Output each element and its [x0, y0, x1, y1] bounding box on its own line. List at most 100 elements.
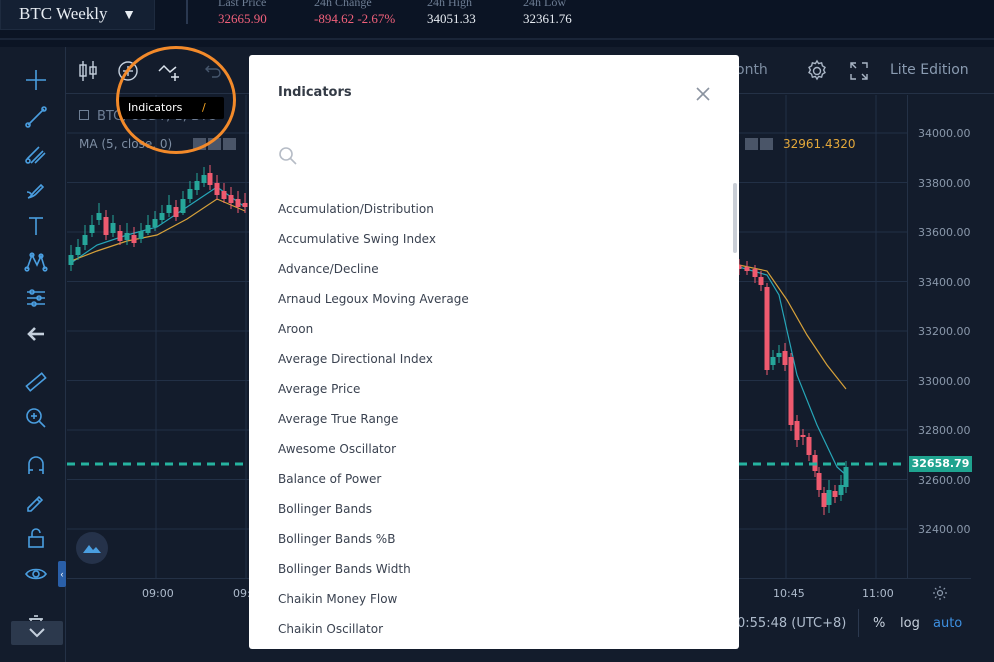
ruler-icon[interactable]	[18, 367, 54, 397]
list-item[interactable]: Average True Range	[278, 412, 398, 426]
candle-body	[194, 181, 200, 190]
list-item[interactable]: Awesome Oscillator	[278, 442, 396, 456]
stat-value: 32361.76	[523, 11, 572, 26]
candle-body	[207, 173, 213, 185]
list-item[interactable]: Advance/Decline	[278, 262, 379, 276]
close-icon[interactable]	[760, 138, 773, 150]
divider	[858, 609, 859, 637]
auto-scale-toggle[interactable]: auto	[933, 616, 962, 631]
arrow-left-icon[interactable]	[18, 319, 54, 349]
time-tick: 09:00	[142, 587, 174, 600]
candle-body	[764, 287, 770, 370]
collapse-toolbar-handle[interactable]: ‹	[58, 561, 66, 587]
stat-label: Last Price	[218, 0, 267, 9]
close-icon[interactable]	[223, 138, 236, 150]
measure-icon[interactable]	[18, 283, 54, 313]
candle-body	[201, 175, 207, 183]
candlestick-icon[interactable]	[74, 57, 102, 85]
list-item[interactable]: Bollinger Bands %B	[278, 532, 395, 546]
period-label[interactable]: onth	[736, 62, 768, 78]
candle-body	[110, 223, 116, 233]
ticker-bar: BTC Weekly ▼ Last Price 32665.90 24h Cha…	[0, 0, 994, 40]
candle-body	[821, 493, 827, 507]
list-item[interactable]: Bollinger Bands Width	[278, 562, 411, 576]
candle-body	[103, 217, 109, 235]
pitchfork-icon[interactable]	[18, 139, 54, 169]
list-item[interactable]: Balance of Power	[278, 472, 381, 486]
ma-value: 32961.4320	[783, 137, 856, 151]
crosshair-icon[interactable]	[18, 65, 54, 95]
candle-body	[124, 233, 130, 240]
candle-body	[782, 351, 788, 365]
candle-body	[788, 357, 794, 425]
pattern-icon[interactable]	[18, 247, 54, 277]
candle-body	[838, 485, 844, 495]
candle-body	[117, 231, 123, 241]
lite-edition-button[interactable]: Lite Edition	[890, 62, 969, 78]
eye-icon[interactable]	[18, 559, 54, 589]
price-tick: 33400.00	[918, 276, 971, 289]
candle-body	[214, 183, 220, 195]
candle-body	[221, 191, 227, 199]
stat-label: 24h Change	[314, 0, 372, 9]
price-tick: 33000.00	[918, 375, 971, 388]
ma-slow-line-left	[70, 198, 246, 262]
candle-body	[82, 235, 88, 245]
price-tick: 33200.00	[918, 325, 971, 338]
axis-settings-gear-icon[interactable]	[931, 584, 949, 602]
candle-body	[180, 199, 186, 213]
magnet-icon[interactable]	[18, 451, 54, 481]
lock-draw-icon[interactable]	[18, 487, 54, 517]
price-tick: 34000.00	[918, 127, 971, 140]
ticker-divider	[186, 0, 188, 24]
collapse-legend-icon[interactable]	[79, 110, 89, 120]
price-tick: 32800.00	[918, 424, 971, 437]
price-tick: 32600.00	[918, 474, 971, 487]
symbol-selector[interactable]: BTC Weekly ▼	[0, 0, 155, 30]
symbol-label: BTC Weekly	[19, 4, 108, 23]
candle-body	[68, 255, 74, 265]
candle-body	[770, 357, 776, 365]
candle-body	[159, 213, 165, 220]
list-item[interactable]: Accumulative Swing Index	[278, 232, 436, 246]
list-item[interactable]: Accumulation/Distribution	[278, 202, 434, 216]
list-item[interactable]: Bollinger Bands	[278, 502, 372, 516]
list-item[interactable]: Arnaud Legoux Moving Average	[278, 292, 469, 306]
stat-value: 34051.33	[427, 11, 476, 26]
list-item[interactable]: Chaikin Oscillator	[278, 622, 383, 636]
stat-last-price: Last Price 32665.90	[218, 0, 267, 27]
list-item[interactable]: Average Directional Index	[278, 352, 433, 366]
candle-body	[758, 277, 764, 285]
drawing-toolbar: ‹	[0, 47, 66, 662]
list-scrollbar[interactable]	[733, 183, 737, 253]
app-window: BTC Weekly ▼ Last Price 32665.90 24h Cha…	[0, 0, 994, 662]
fullscreen-icon[interactable]	[847, 59, 871, 83]
settings-icon[interactable]	[745, 138, 758, 150]
price-axis[interactable]: 34000.00 33800.00 33600.00 33400.00 3320…	[907, 95, 972, 578]
search-icon	[279, 147, 297, 165]
log-scale-toggle[interactable]: log	[900, 616, 920, 631]
settings-gear-icon[interactable]	[804, 58, 830, 84]
candle-body	[832, 491, 838, 497]
list-item[interactable]: Chaikin Money Flow	[278, 592, 397, 606]
indicators-dialog: Indicators Accumulation/Distribution Acc…	[249, 55, 739, 649]
candle-body	[242, 203, 248, 207]
scroll-down-button[interactable]	[11, 621, 63, 645]
chevron-down-icon: ▼	[122, 8, 136, 23]
unlock-icon[interactable]	[18, 523, 54, 553]
text-icon[interactable]	[18, 211, 54, 241]
stat-24h-low: 24h Low 32361.76	[523, 0, 572, 27]
list-item[interactable]: Aroon	[278, 322, 313, 336]
search-input[interactable]	[277, 145, 697, 169]
candle-body	[145, 225, 151, 233]
candle-body	[752, 269, 758, 277]
ma-legend-controls-right[interactable]	[745, 137, 777, 150]
percent-scale-toggle[interactable]: %	[873, 616, 885, 631]
zoom-in-icon[interactable]	[18, 403, 54, 433]
trend-line-icon[interactable]	[18, 102, 54, 132]
list-item[interactable]: Average Price	[278, 382, 360, 396]
brush-icon[interactable]	[18, 175, 54, 205]
candle-body	[806, 437, 812, 455]
close-icon[interactable]	[692, 83, 714, 105]
tradingview-logo-icon[interactable]	[76, 532, 108, 564]
